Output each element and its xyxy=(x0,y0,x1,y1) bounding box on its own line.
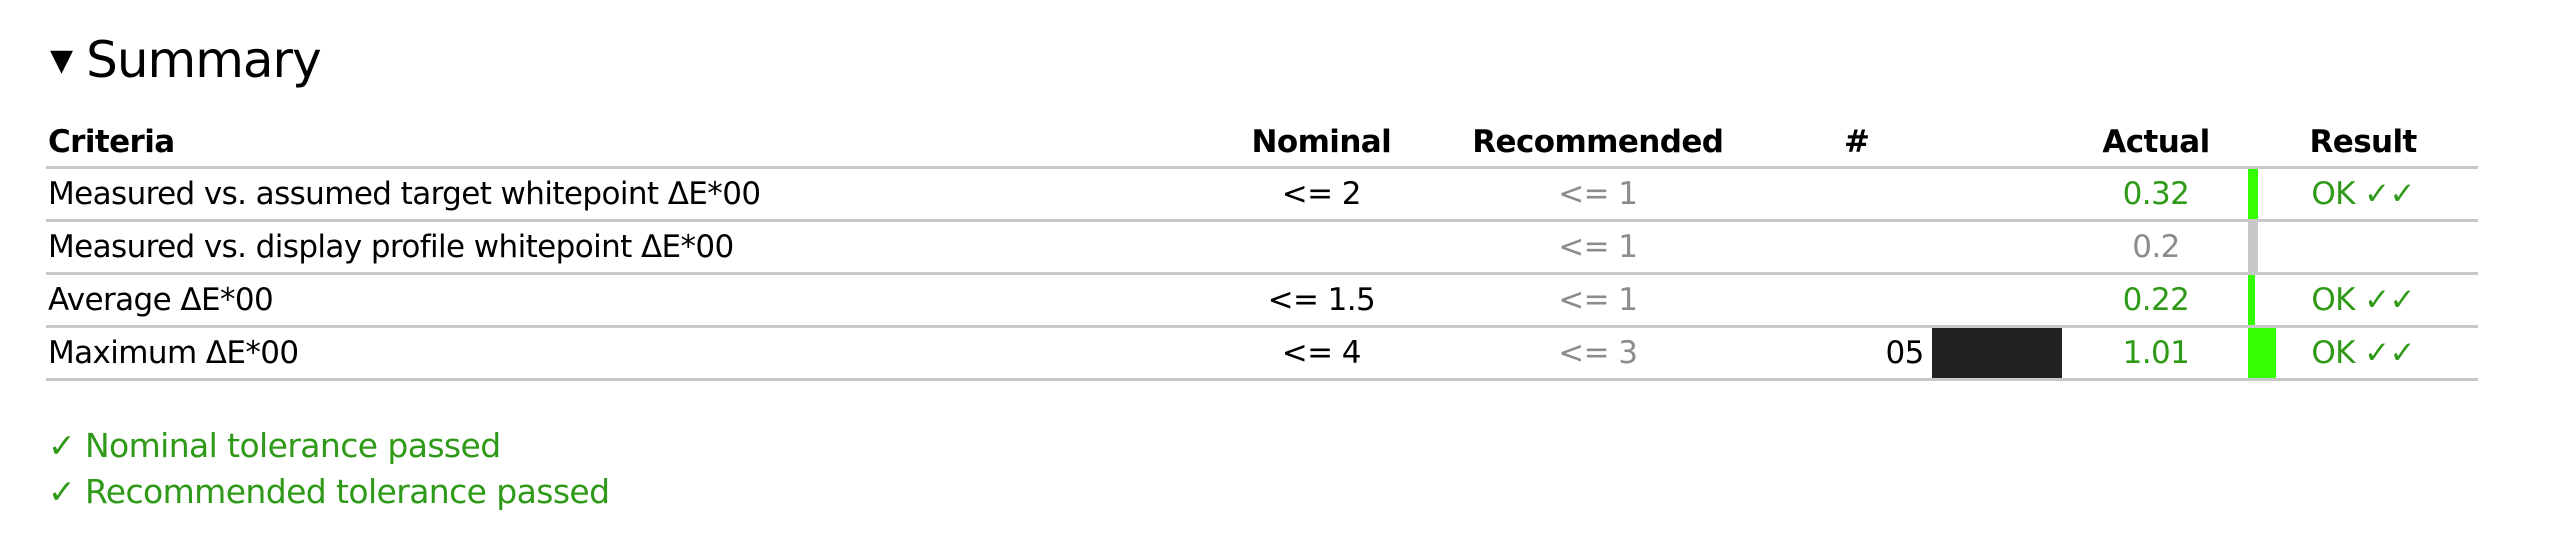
header-criteria: Criteria xyxy=(46,118,1229,169)
table-row: Average ΔE*00 <= 1.5 <= 1 0.22 OK ✓✓ xyxy=(46,273,2478,328)
color-swatch xyxy=(1931,328,2062,378)
table-row: Maximum ΔE*00 <= 4 <= 3 05 1.01 OK ✓✓ xyxy=(46,326,2478,381)
recommended-cell: <= 1 xyxy=(1413,273,1782,328)
deviation-bar xyxy=(2248,169,2259,219)
patch-number-cell xyxy=(1781,167,1932,222)
result-label: OK ✓✓ xyxy=(2311,335,2415,371)
criteria-cell: Average ΔE*00 xyxy=(46,273,1229,328)
result-cell xyxy=(2248,220,2478,275)
result-cell: OK ✓✓ xyxy=(2248,273,2478,328)
nominal-tolerance-status: ✓ Nominal tolerance passed xyxy=(48,426,501,465)
nominal-cell: <= 1.5 xyxy=(1228,273,1414,328)
recommended-tolerance-status: ✓ Recommended tolerance passed xyxy=(48,472,610,511)
header-nominal: Nominal xyxy=(1228,118,1414,169)
nominal-cell xyxy=(1228,220,1414,275)
result-cell: OK ✓✓ xyxy=(2248,326,2478,381)
recommended-cell: <= 3 xyxy=(1413,326,1782,381)
result-label: OK ✓✓ xyxy=(2311,176,2415,212)
table-row: Measured vs. assumed target whitepoint Δ… xyxy=(46,167,2478,222)
swatch-cell xyxy=(1931,273,2064,328)
table-row: Measured vs. display profile whitepoint … xyxy=(46,220,2478,275)
swatch-cell xyxy=(1931,220,2064,275)
nominal-cell: <= 4 xyxy=(1228,326,1414,381)
deviation-bar xyxy=(2248,275,2256,325)
patch-number-cell: 05 xyxy=(1781,326,1932,381)
triangle-down-icon: ▼ xyxy=(50,42,73,78)
patch-number-cell xyxy=(1781,220,1932,275)
table-header-row: Criteria Nominal Recommended # Actual Re… xyxy=(46,118,2478,169)
header-recommended: Recommended xyxy=(1413,118,1782,169)
header-swatch xyxy=(1931,118,2064,169)
nominal-cell: <= 2 xyxy=(1228,167,1414,222)
deviation-bar xyxy=(2248,222,2259,272)
recommended-cell: <= 1 xyxy=(1413,220,1782,275)
patch-number-cell xyxy=(1781,273,1932,328)
swatch-cell xyxy=(1931,326,2064,381)
criteria-cell: Measured vs. display profile whitepoint … xyxy=(46,220,1229,275)
summary-table: Criteria Nominal Recommended # Actual Re… xyxy=(46,118,2478,381)
section-title: Summary xyxy=(86,31,322,89)
result-label: OK ✓✓ xyxy=(2311,282,2415,318)
header-result: Result xyxy=(2248,118,2478,169)
deviation-bar xyxy=(2248,328,2277,378)
result-cell: OK ✓✓ xyxy=(2248,167,2478,222)
criteria-cell: Maximum ΔE*00 xyxy=(46,326,1229,381)
actual-cell: 0.32 xyxy=(2063,167,2249,222)
criteria-cell: Measured vs. assumed target whitepoint Δ… xyxy=(46,167,1229,222)
swatch-cell xyxy=(1931,167,2064,222)
header-number: # xyxy=(1781,118,1932,169)
recommended-cell: <= 1 xyxy=(1413,167,1782,222)
actual-cell: 0.22 xyxy=(2063,273,2249,328)
header-actual: Actual xyxy=(2063,118,2249,169)
actual-cell: 0.2 xyxy=(2063,220,2249,275)
actual-cell: 1.01 xyxy=(2063,326,2249,381)
summary-section-toggle[interactable]: ▼ Summary xyxy=(50,30,322,90)
